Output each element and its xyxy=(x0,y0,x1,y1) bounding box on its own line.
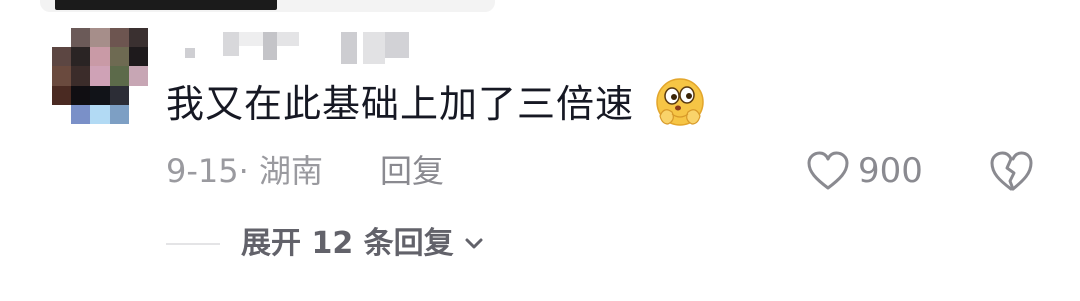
thinking-hands-emoji-icon xyxy=(656,78,704,126)
previous-item-dark-block xyxy=(55,0,277,10)
chevron-down-icon xyxy=(465,238,483,249)
reply-button[interactable]: 回复 xyxy=(380,151,444,191)
broken-heart-icon[interactable] xyxy=(988,148,1034,194)
expand-replies-button[interactable]: 展开 12 条回复 xyxy=(241,223,484,265)
expand-divider-line xyxy=(166,243,220,245)
like-count: 900 xyxy=(858,151,923,191)
previous-item-edge xyxy=(40,0,495,12)
expand-replies-label: 展开 12 条回复 xyxy=(241,226,454,261)
like-button[interactable]: 900 xyxy=(806,147,923,195)
comment-page: 我又在此基础上加了三倍速 9-15· 湖南 回复 900 展开 12 条回复 xyxy=(0,0,1080,301)
comment-text: 我又在此基础上加了三倍速 xyxy=(166,82,635,126)
heart-outline-icon xyxy=(807,151,849,190)
username-censored[interactable] xyxy=(165,30,425,64)
avatar[interactable] xyxy=(52,28,148,124)
comment-date-location: 9-15· 湖南 xyxy=(166,152,323,190)
